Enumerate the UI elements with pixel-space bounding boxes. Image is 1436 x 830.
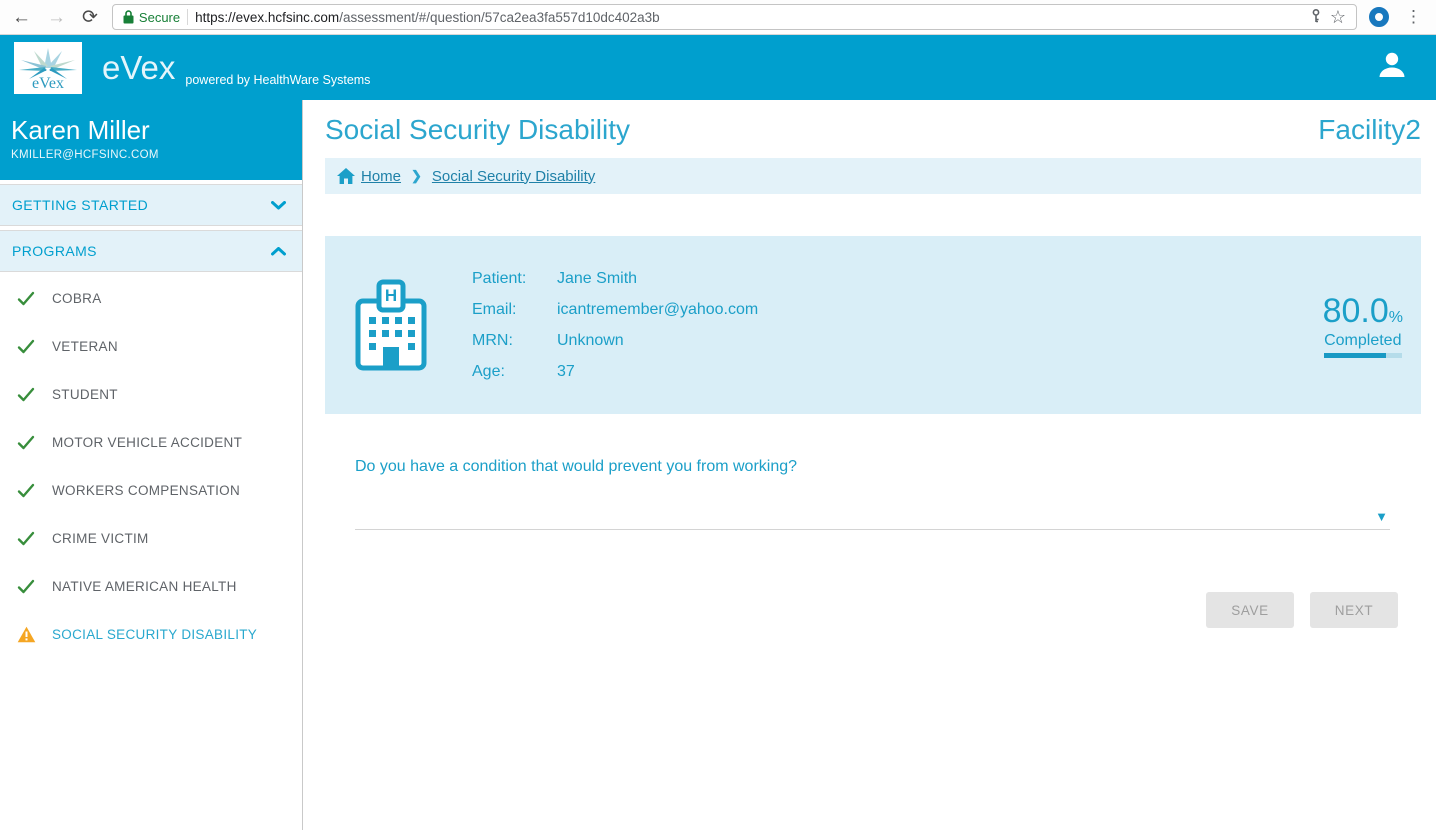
save-button[interactable]: SAVE	[1206, 592, 1294, 628]
home-icon	[337, 168, 355, 184]
security-chip[interactable]: Secure	[123, 10, 180, 25]
app-name: eVex	[102, 49, 175, 87]
sidebar: Karen Miller KMILLER@HCFSINC.COM GETTING…	[0, 100, 303, 830]
sidebar-program-item[interactable]: MOTOR VEHICLE ACCIDENT	[0, 418, 302, 466]
bookmark-star-icon[interactable]: ☆	[1330, 8, 1346, 26]
sidebar-program-item[interactable]: WORKERS COMPENSATION	[0, 466, 302, 514]
patient-field-label: Age:	[472, 363, 557, 381]
checkmark-icon	[17, 579, 35, 594]
chevron-up-icon	[271, 247, 286, 256]
sidebar-program-item[interactable]: NATIVE AMERICAN HEALTH	[0, 562, 302, 610]
lock-icon	[123, 10, 134, 24]
breadcrumb-current-link[interactable]: Social Security Disability	[432, 168, 595, 185]
browser-forward-button[interactable]: →	[45, 8, 68, 27]
app-header: eVex eVex powered by HealthWare Systems	[0, 35, 1436, 100]
checkmark-icon	[17, 291, 35, 306]
user-email: KMILLER@HCFSINC.COM	[11, 149, 290, 161]
checkmark-icon	[17, 339, 35, 354]
program-label: COBRA	[52, 291, 102, 306]
main-content: Social Security Disability Facility2 Hom…	[303, 100, 1436, 830]
sidebar-program-item[interactable]: SOCIAL SECURITY DISABILITY	[0, 610, 302, 658]
progress-percent: 80.0	[1323, 292, 1389, 330]
sidebar-program-item[interactable]: VETERAN	[0, 322, 302, 370]
breadcrumb-home-link[interactable]: Home	[337, 168, 401, 185]
program-label: MOTOR VEHICLE ACCIDENT	[52, 435, 242, 450]
program-label: WORKERS COMPENSATION	[52, 483, 240, 498]
browser-menu-icon[interactable]: ⋮	[1401, 7, 1426, 27]
progress-summary: 80.0% Completed	[1323, 292, 1403, 358]
program-label: NATIVE AMERICAN HEALTH	[52, 579, 237, 594]
progress-bar-fill	[1324, 353, 1386, 358]
url-host: https://evex.hcfsinc.com	[195, 10, 339, 25]
patient-field-value: Unknown	[557, 332, 758, 350]
next-button[interactable]: NEXT	[1310, 592, 1398, 628]
checkmark-icon	[17, 387, 35, 402]
actions-row: SAVE NEXT	[325, 592, 1421, 628]
program-label: STUDENT	[52, 387, 118, 402]
programs-list: COBRA VETERAN	[0, 274, 302, 658]
page-title: Social Security Disability	[325, 114, 630, 146]
progress-bar	[1324, 353, 1402, 358]
checkmark-icon	[17, 483, 35, 498]
sidebar-program-item[interactable]: STUDENT	[0, 370, 302, 418]
url-text[interactable]: https://evex.hcfsinc.com/assessment/#/qu…	[195, 10, 1302, 25]
program-label: SOCIAL SECURITY DISABILITY	[52, 627, 257, 642]
user-account-icon[interactable]	[1376, 49, 1408, 86]
patient-field-label: Email:	[472, 301, 557, 319]
facility-label: Facility2	[1318, 114, 1421, 146]
svg-text:H: H	[385, 286, 397, 305]
checkmark-icon	[17, 531, 35, 546]
sidebar-program-item[interactable]: CRIME VICTIM	[0, 514, 302, 562]
user-name: Karen Miller	[11, 116, 290, 145]
patient-field-label: MRN:	[472, 332, 557, 350]
breadcrumb: Home ❯ Social Security Disability	[325, 158, 1421, 194]
patient-field-value: icantremember@yahoo.com	[557, 301, 758, 319]
sidebar-section-programs[interactable]: PROGRAMS	[0, 230, 302, 272]
evex-logo: eVex	[14, 42, 82, 94]
answer-dropdown[interactable]: ▼	[355, 510, 1390, 530]
password-key-icon[interactable]	[1309, 9, 1323, 26]
warning-icon	[17, 626, 36, 643]
dropdown-caret-icon[interactable]: ▼	[1375, 509, 1388, 524]
omnibox-divider	[187, 9, 188, 25]
breadcrumb-separator: ❯	[411, 168, 422, 184]
browser-refresh-button[interactable]: ⟳	[80, 8, 100, 27]
section-label: GETTING STARTED	[12, 197, 148, 213]
section-label: PROGRAMS	[12, 243, 97, 259]
patient-info-card: H Patient: Jane Smith Email: icantrememb…	[325, 236, 1421, 414]
hospital-icon: H	[355, 279, 427, 371]
patient-field-value: 37	[557, 363, 758, 381]
patient-field-value: Jane Smith	[557, 270, 758, 288]
browser-back-button[interactable]: ←	[10, 8, 33, 27]
sidebar-section-getting-started[interactable]: GETTING STARTED	[0, 184, 302, 226]
patient-fields: Patient: Jane Smith Email: icantremember…	[472, 270, 758, 381]
program-label: CRIME VICTIM	[52, 531, 149, 546]
sidebar-user-block: Karen Miller KMILLER@HCFSINC.COM	[0, 100, 302, 180]
evex-logo-text: eVex	[32, 76, 64, 92]
extension-icon[interactable]	[1369, 7, 1389, 27]
progress-percent-sign: %	[1389, 309, 1403, 326]
chevron-down-icon	[271, 201, 286, 210]
url-path: /assessment/#/question/57ca2ea3fa557d10d…	[339, 10, 660, 25]
checkmark-icon	[17, 435, 35, 450]
progress-label: Completed	[1323, 332, 1403, 350]
question-text: Do you have a condition that would preve…	[355, 458, 1421, 476]
security-label: Secure	[139, 10, 180, 25]
patient-field-label: Patient:	[472, 270, 557, 288]
sidebar-program-item[interactable]: COBRA	[0, 274, 302, 322]
browser-chrome: ← → ⟳ Secure https://evex.hcfsinc.com/as…	[0, 0, 1436, 35]
program-label: VETERAN	[52, 339, 118, 354]
app-tagline: powered by HealthWare Systems	[185, 73, 370, 87]
address-bar[interactable]: Secure https://evex.hcfsinc.com/assessme…	[112, 4, 1357, 30]
